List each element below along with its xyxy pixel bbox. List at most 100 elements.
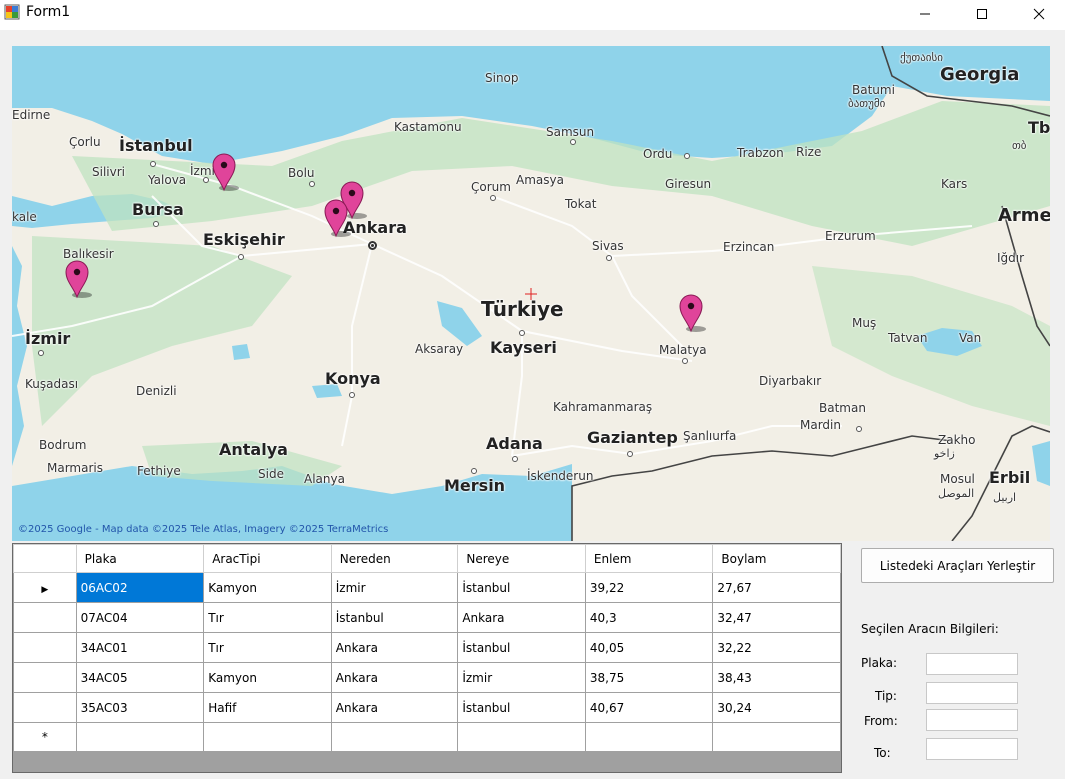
city-dot	[570, 139, 576, 145]
city-dot	[150, 161, 156, 167]
table-row[interactable]: 07AC04 Tır İstanbul Ankara 40,3 32,47	[13, 602, 841, 633]
map-label-zakho: Zakho	[938, 433, 976, 447]
table-cell[interactable]: Ankara	[330, 662, 459, 693]
map-center-crosshair-icon	[525, 288, 537, 300]
table-cell[interactable]: 38,75	[584, 662, 714, 693]
map-label-amasya: Amasya	[516, 173, 564, 187]
map-label-eskisehir: Eskişehir	[203, 230, 285, 249]
table-cell[interactable]: 27,67	[712, 572, 841, 603]
map-label-konya: Konya	[325, 369, 381, 388]
table-cell[interactable]: Ankara	[330, 692, 459, 723]
map-label-batumi-local: ბათუმი	[848, 97, 886, 110]
table-cell[interactable]: 32,47	[712, 602, 841, 633]
table-row[interactable]: 34AC05 Kamyon Ankara İzmir 38,75 38,43	[13, 662, 841, 693]
table-cell[interactable]: 34AC01	[75, 632, 205, 663]
capital-dot	[368, 241, 377, 250]
app-icon	[4, 4, 20, 20]
row-header-current[interactable]: ▶	[13, 572, 77, 603]
to-field[interactable]	[926, 738, 1018, 760]
table-cell[interactable]: 32,22	[712, 632, 841, 663]
table-row[interactable]: 34AC01 Tır Ankara İstanbul 40,05 32,22	[13, 632, 841, 663]
column-header-plaka[interactable]: Plaka	[75, 544, 205, 573]
row-header[interactable]	[13, 602, 77, 633]
vehicle-marker-icon[interactable]	[62, 259, 92, 299]
table-cell[interactable]: 39,22	[584, 572, 714, 603]
map-control[interactable]: Edirne Sinop ქუთაისი Georgia Batumi ბათუ…	[12, 46, 1050, 541]
table-cell[interactable]: 06AC02	[75, 572, 205, 603]
row-header[interactable]	[13, 662, 77, 693]
table-row[interactable]: 35AC03 Hafif Ankara İstanbul 40,67 30,24	[13, 692, 841, 723]
table-cell[interactable]: 07AC04	[75, 602, 205, 633]
table-cell[interactable]: Ankara	[330, 632, 459, 663]
table-cell[interactable]: İzmir	[330, 572, 459, 603]
table-cell[interactable]: İstanbul	[457, 632, 586, 663]
table-cell[interactable]: İzmir	[457, 662, 586, 693]
table-cell[interactable]	[203, 722, 332, 752]
new-row-header[interactable]: *	[13, 722, 77, 752]
map-label-zakho-local: زاخو	[934, 447, 955, 460]
column-header-enlem[interactable]: Enlem	[584, 544, 714, 573]
table-cell[interactable]: Tır	[203, 602, 332, 633]
table-cell[interactable]: İstanbul	[457, 572, 586, 603]
table-cell[interactable]: Tır	[203, 632, 332, 663]
from-field[interactable]	[926, 709, 1018, 731]
table-cell[interactable]: Kamyon	[203, 662, 332, 693]
map-label-tb-local: თბ	[1012, 139, 1027, 152]
table-cell[interactable]: Ankara	[457, 602, 586, 633]
new-row[interactable]: *	[13, 722, 841, 752]
vehicle-marker-icon[interactable]	[321, 198, 351, 238]
city-dot	[238, 254, 244, 260]
table-cell[interactable]: 40,3	[584, 602, 714, 633]
tip-field[interactable]	[926, 682, 1018, 704]
city-dot	[519, 330, 525, 336]
table-cell[interactable]: 30,24	[712, 692, 841, 723]
table-cell[interactable]: 38,43	[712, 662, 841, 693]
plaka-field[interactable]	[926, 653, 1018, 675]
column-header-aractipi[interactable]: AracTipi	[203, 544, 332, 573]
map-label-diyarbakir: Diyarbakır	[759, 374, 822, 388]
table-cell[interactable]	[330, 722, 459, 752]
table-cell[interactable]	[584, 722, 714, 752]
city-dot	[38, 350, 44, 356]
map-label-adana: Adana	[486, 434, 543, 453]
table-cell[interactable]: 40,05	[584, 632, 714, 663]
table-cell[interactable]: Hafif	[203, 692, 332, 723]
table-cell[interactable]: 34AC05	[75, 662, 205, 693]
city-dot	[349, 392, 355, 398]
maximize-button[interactable]	[953, 0, 1010, 28]
map-label-batman: Batman	[819, 401, 866, 415]
corner-header[interactable]	[13, 544, 77, 573]
map-label-rize: Rize	[796, 145, 822, 159]
city-dot	[627, 451, 633, 457]
map-label-tb: Tb	[1028, 118, 1050, 137]
map-label-van: Van	[959, 331, 982, 345]
column-header-boylam[interactable]: Boylam	[712, 544, 841, 573]
table-cell[interactable]: 40,67	[584, 692, 714, 723]
table-cell[interactable]: 35AC03	[75, 692, 205, 723]
vehicle-data-grid[interactable]: Plaka AracTipi Nereden Nereye Enlem Boyl…	[12, 543, 842, 773]
map-label-corum: Çorum	[471, 180, 511, 194]
vehicle-marker-icon[interactable]	[209, 152, 239, 192]
table-cell[interactable]: İstanbul	[330, 602, 459, 633]
place-vehicles-button[interactable]: Listedeki Araçları Yerleştir	[861, 548, 1054, 583]
table-cell[interactable]	[457, 722, 586, 752]
row-header[interactable]	[13, 632, 77, 663]
vehicle-marker-icon[interactable]	[676, 293, 706, 333]
map-label-samsun: Samsun	[546, 125, 595, 139]
map-label-erzincan: Erzincan	[723, 240, 775, 254]
map-label-sivas: Sivas	[592, 239, 624, 253]
minimize-button[interactable]	[896, 0, 953, 28]
row-header[interactable]	[13, 692, 77, 723]
table-cell[interactable]: İstanbul	[457, 692, 586, 723]
close-button[interactable]	[1010, 0, 1065, 28]
city-dot	[512, 456, 518, 462]
column-header-nereden[interactable]: Nereden	[330, 544, 459, 573]
table-cell[interactable]	[712, 722, 841, 752]
column-header-nereye[interactable]: Nereye	[457, 544, 586, 573]
table-row[interactable]: ▶ 06AC02 Kamyon İzmir İstanbul 39,22 27,…	[13, 572, 841, 603]
table-cell[interactable]	[75, 722, 205, 752]
table-cell[interactable]: Kamyon	[203, 572, 332, 603]
map-label-erbil: Erbil	[989, 468, 1031, 487]
map-label-sanliurfa: Şanlıurfa	[683, 429, 737, 443]
map-label-bolu: Bolu	[288, 166, 315, 180]
